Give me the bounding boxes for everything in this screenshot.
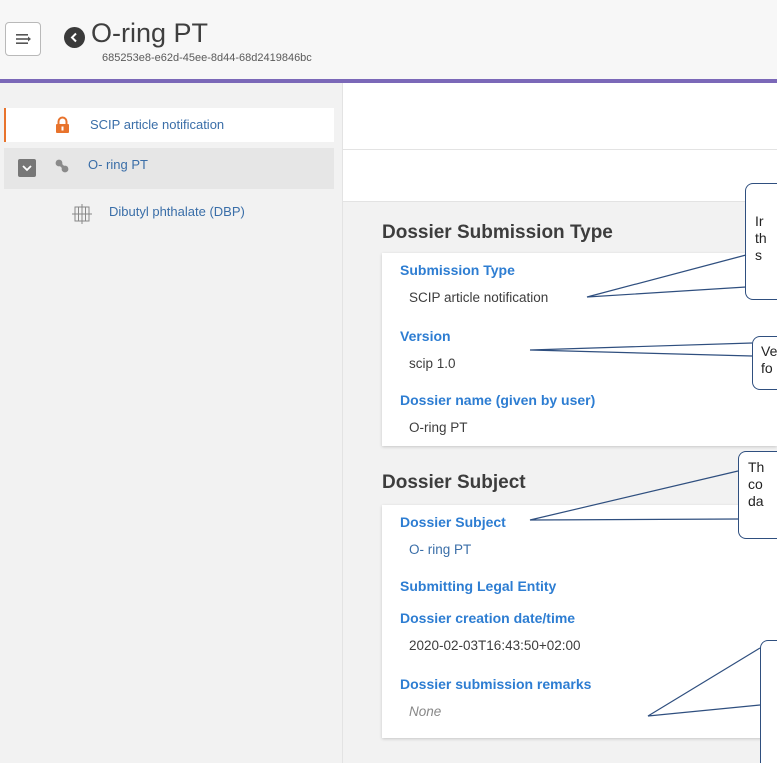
callout-pointers <box>529 254 761 717</box>
